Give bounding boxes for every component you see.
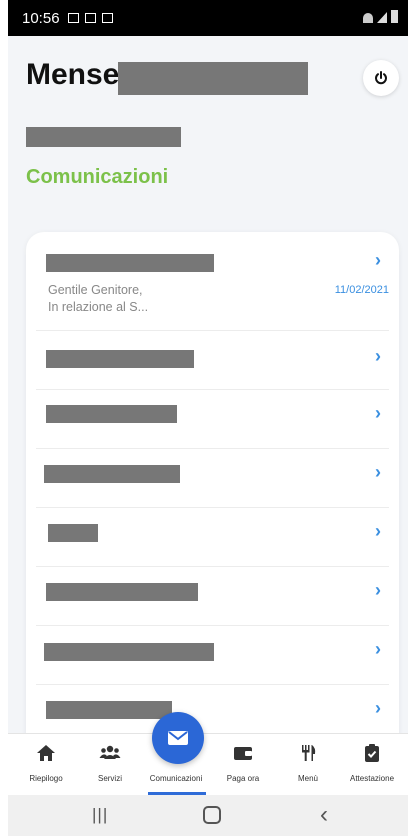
- section-title: Comunicazioni: [26, 166, 169, 188]
- chevron-right-icon: ›: [375, 639, 381, 659]
- chevron-right-icon: ›: [375, 580, 381, 600]
- nav-label-attestazione: Attestazione: [349, 774, 395, 783]
- status-bar: 10:56: [8, 0, 408, 36]
- list-item[interactable]: ›: [36, 389, 389, 449]
- bottom-navigation: Riepilogo Servizi Comunicazioni Paga ora: [8, 733, 408, 796]
- notification-icon: [84, 13, 96, 23]
- battery-saver-icon: [101, 13, 113, 23]
- nav-item-riepilogo[interactable]: Riepilogo: [16, 734, 76, 786]
- chevron-right-icon: ›: [375, 521, 381, 541]
- recent-apps-button[interactable]: |||: [92, 805, 108, 825]
- redacted-message-title: [46, 254, 214, 272]
- system-navigation-bar: ||| ‹: [8, 795, 408, 836]
- comunicazioni-fab[interactable]: [152, 712, 204, 764]
- logout-button[interactable]: [363, 60, 399, 96]
- app-title: Mense: [26, 58, 120, 91]
- redacted-message-title: [44, 465, 180, 483]
- chevron-right-icon: ›: [375, 698, 381, 718]
- home-icon: [37, 745, 55, 761]
- redacted-school-name: [118, 62, 308, 95]
- redacted-message-title: [46, 583, 198, 601]
- phone-screen: 10:56 Mense Comunicazioni › Gentile Geni…: [8, 0, 408, 836]
- chevron-right-icon: ›: [375, 250, 381, 270]
- clipboard-icon: [365, 744, 379, 762]
- power-icon: [375, 71, 387, 85]
- wifi-icon: [363, 13, 373, 23]
- nav-label-comunicazioni: Comunicazioni: [149, 774, 203, 783]
- communications-list: › Gentile Genitore, In relazione al S...…: [26, 232, 399, 772]
- chevron-right-icon: ›: [375, 403, 381, 423]
- nav-item-attestazione[interactable]: Attestazione: [342, 734, 402, 786]
- redacted-student-name: [26, 127, 181, 147]
- home-button[interactable]: [203, 806, 221, 824]
- chevron-right-icon: ›: [375, 346, 381, 366]
- nav-label-servizi: Servizi: [97, 774, 122, 783]
- signal-icon: [377, 12, 387, 23]
- message-preview-line1: Gentile Genitore,: [48, 283, 143, 297]
- list-item[interactable]: ›: [36, 625, 389, 685]
- list-item[interactable]: › Gentile Genitore, In relazione al S...…: [36, 232, 389, 331]
- list-item[interactable]: ›: [36, 507, 389, 567]
- nav-label-riepilogo: Riepilogo: [29, 774, 63, 783]
- message-preview-line2: In relazione al S...: [48, 300, 149, 314]
- battery-icon: [391, 10, 398, 23]
- mail-icon: [168, 731, 188, 745]
- redacted-message-title: [48, 524, 98, 542]
- redacted-message-title: [46, 350, 194, 368]
- wallet-icon: [234, 747, 252, 760]
- nav-item-servizi[interactable]: Servizi: [80, 734, 140, 786]
- redacted-message-title: [44, 643, 214, 661]
- back-button[interactable]: ‹: [320, 801, 328, 829]
- message-date: 11/02/2021: [334, 284, 389, 296]
- message-preview: Gentile Genitore, In relazione al S...: [48, 282, 148, 316]
- gallery-notification-icon: [67, 13, 79, 23]
- list-item[interactable]: ›: [36, 330, 389, 390]
- users-icon: [99, 745, 121, 759]
- nav-label-menu: Menù: [297, 774, 318, 783]
- list-item[interactable]: ›: [36, 448, 389, 508]
- status-right-icons: [363, 10, 398, 23]
- nav-item-menu[interactable]: Menù: [278, 734, 338, 786]
- list-item[interactable]: ›: [36, 566, 389, 626]
- nav-item-paga-ora[interactable]: Paga ora: [213, 734, 273, 786]
- redacted-message-title: [46, 405, 177, 423]
- chevron-right-icon: ›: [375, 462, 381, 482]
- nav-label-paga-ora: Paga ora: [226, 774, 260, 783]
- cutlery-icon: [302, 745, 316, 761]
- status-time: 10:56: [22, 9, 60, 27]
- redacted-message-title: [46, 701, 172, 719]
